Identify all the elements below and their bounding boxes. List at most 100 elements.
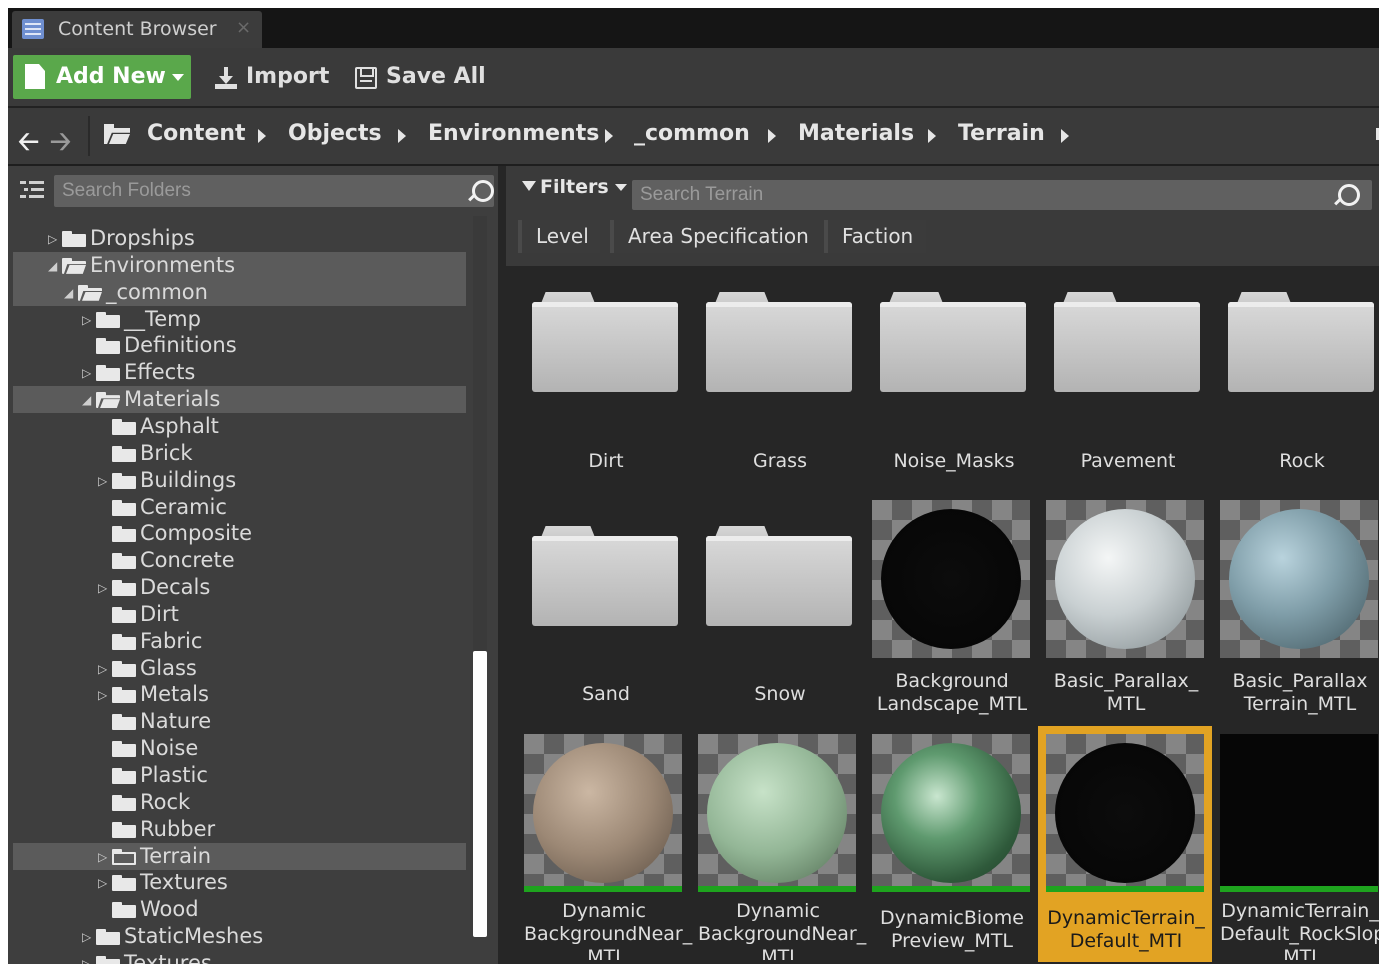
asset-material[interactable]: Dynamic BackgroundNear_ MTI [524,734,692,960]
search-assets-input[interactable] [640,180,1330,210]
filter-chip-faction[interactable]: Faction [824,220,926,253]
folder-tree-header [8,166,498,212]
expand-arrow-icon[interactable]: ▷ [98,688,107,702]
breadcrumb-separator-icon[interactable] [605,129,613,143]
breadcrumb-separator-icon[interactable] [1061,129,1069,143]
asset-material[interactable]: DynamicTerrain_Default_RockSlopeMTI [1220,734,1379,960]
tree-item[interactable]: ◢ _common [13,278,466,306]
expand-arrow-icon[interactable]: ▷ [48,232,57,246]
asset-material[interactable]: Dynamic BackgroundNear_ MTI [698,734,866,960]
expand-arrow-icon[interactable]: ▷ [98,876,107,890]
back-arrow-icon[interactable]: 🡠 [18,123,39,167]
asset-folder[interactable]: Sand [526,512,686,712]
folder-icon [112,687,136,704]
filter-chip-area-specification[interactable]: Area Specification [610,220,809,253]
tree-item[interactable]: ▷ Textures [8,950,468,964]
expand-arrow-icon[interactable]: ◢ [64,286,73,300]
expand-arrow-icon[interactable]: ▷ [82,930,91,944]
asset-material[interactable]: DynamicTerrain_ Default_MTI [1046,734,1206,954]
tree-item[interactable]: ▷ Glass [8,655,468,682]
tree-item[interactable]: Rubber [8,816,468,843]
tree-item[interactable]: ▷ Dropships [8,225,468,252]
search-folders-field[interactable] [54,175,494,207]
expand-arrow-icon[interactable]: ◢ [82,393,91,407]
breadcrumb-separator-icon[interactable] [768,129,776,143]
tab-close-icon[interactable]: × [236,17,251,38]
asset-folder[interactable]: Noise_Masks [874,278,1034,478]
search-icon[interactable] [1338,184,1360,206]
breadcrumb-separator-icon[interactable] [398,129,406,143]
expand-arrow-icon[interactable]: ▷ [98,474,107,488]
tree-item[interactable]: ▷ __Temp [8,306,468,333]
folder-tree-scrollbar[interactable] [473,651,487,937]
search-icon[interactable] [472,180,494,202]
tree-item[interactable]: ▷ Effects [8,359,468,386]
tree-item[interactable]: ▷ Decals [8,574,468,601]
forward-arrow-icon[interactable]: 🡢 [50,123,71,167]
tree-item[interactable]: ◢ Materials [13,386,466,414]
expand-arrow-icon[interactable]: ▷ [98,581,107,595]
material-thumbnail [1220,500,1378,658]
panel-splitter[interactable] [498,166,506,964]
tree-item[interactable]: Dirt [8,601,468,628]
tree-item[interactable]: Plastic [8,762,468,789]
breadcrumb-common[interactable]: _common [634,121,750,146]
tree-item[interactable]: ▷ Terrain [13,842,466,870]
folder-thumbnail-icon [1228,292,1374,392]
filters-button[interactable]: Filters [522,176,627,198]
folder-icon [62,257,86,274]
tree-item-label: StaticMeshes [124,924,264,949]
asset-folder[interactable]: Dirt [526,278,686,478]
save-all-button[interactable]: Save All [355,55,486,99]
expand-arrow-icon[interactable]: ▷ [98,662,107,676]
folder-icon [112,445,136,462]
breadcrumb-content[interactable]: Content [147,121,246,146]
tree-item[interactable]: Concrete [8,547,468,574]
tree-item[interactable]: Definitions [8,332,468,359]
breadcrumb-terrain[interactable]: Terrain [958,121,1045,146]
expand-arrow-icon[interactable]: ▷ [82,366,91,380]
breadcrumb-separator-icon[interactable] [258,129,266,143]
breadcrumb-separator-icon[interactable] [928,129,936,143]
expand-arrow-icon[interactable]: ▷ [82,313,91,327]
tree-item[interactable]: Asphalt [8,413,468,440]
breadcrumb-objects[interactable]: Objects [288,121,382,146]
asset-material[interactable]: Background Landscape_MTL [872,500,1032,720]
asset-material[interactable]: Basic_Parallax_ MTL [1046,500,1206,720]
asset-folder[interactable]: Grass [700,278,860,478]
tree-item[interactable]: Noise [8,735,468,762]
search-folders-input[interactable] [62,175,452,207]
expand-arrow-icon[interactable]: ▷ [82,957,91,964]
tree-item[interactable]: Fabric [8,628,468,655]
tree-item[interactable]: Rock [8,789,468,816]
tree-item[interactable]: Brick [8,440,468,467]
tree-item-label: Dirt [140,601,179,626]
asset-name: Snow [754,683,806,705]
asset-folder[interactable]: Rock [1222,278,1379,478]
search-assets-field[interactable] [632,180,1372,210]
material-preview-sphere [1055,509,1195,649]
tree-item-label: Ceramic [140,494,227,519]
asset-material[interactable]: Basic_Parallax Terrain_MTL [1220,500,1379,720]
tree-item[interactable]: ▷ StaticMeshes [8,923,468,950]
filter-chip-level[interactable]: Level [518,220,600,253]
breadcrumb-materials[interactable]: Materials [798,121,914,146]
tree-item[interactable]: ▷ Metals [8,681,468,708]
import-button[interactable]: Import [215,55,329,99]
tree-item[interactable]: ▷ Buildings [8,467,468,494]
expand-arrow-icon[interactable]: ◢ [48,259,57,273]
tree-item[interactable]: Wood [8,896,468,923]
asset-material[interactable]: DynamicBiome Preview_MTL [872,734,1032,954]
tree-item[interactable]: Composite [8,520,468,547]
tab-content-browser[interactable]: Content Browser × [12,11,262,48]
breadcrumb-environments[interactable]: Environments [428,121,599,146]
tree-item[interactable]: Ceramic [8,494,468,521]
tree-item[interactable]: ▷ Textures [8,869,468,896]
expand-arrow-icon[interactable]: ▷ [98,850,107,864]
toggle-sources-icon[interactable] [20,181,44,199]
tree-item[interactable]: Nature [8,708,468,735]
tree-item[interactable]: ◢ Environments [13,251,466,279]
asset-folder[interactable]: Snow [700,512,860,712]
add-new-button[interactable]: Add New [13,55,191,99]
asset-folder[interactable]: Pavement [1048,278,1208,478]
